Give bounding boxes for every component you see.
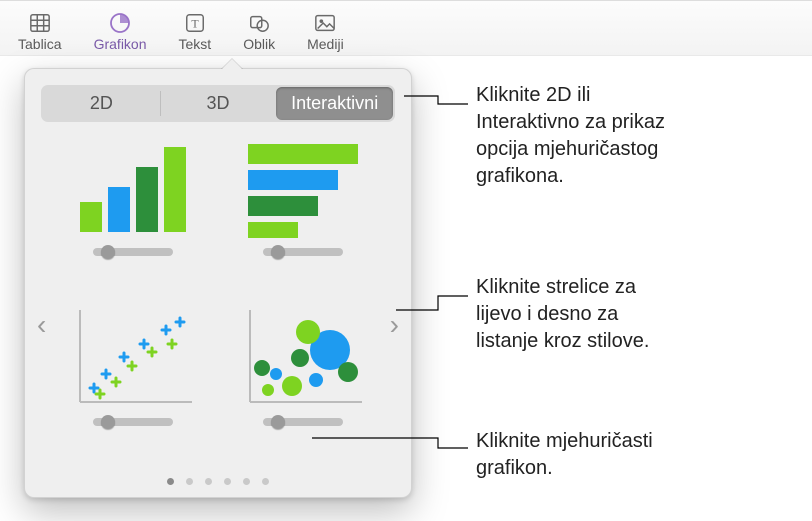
callout-bubble: Kliknite mjehuričasti grafikon. xyxy=(476,428,653,482)
callout-lines xyxy=(0,0,812,521)
callout-arrows: Kliknite strelice za lijevo i desno za l… xyxy=(476,274,649,355)
callout-segmented: Kliknite 2D ili Interaktivno za prikaz o… xyxy=(476,82,665,190)
